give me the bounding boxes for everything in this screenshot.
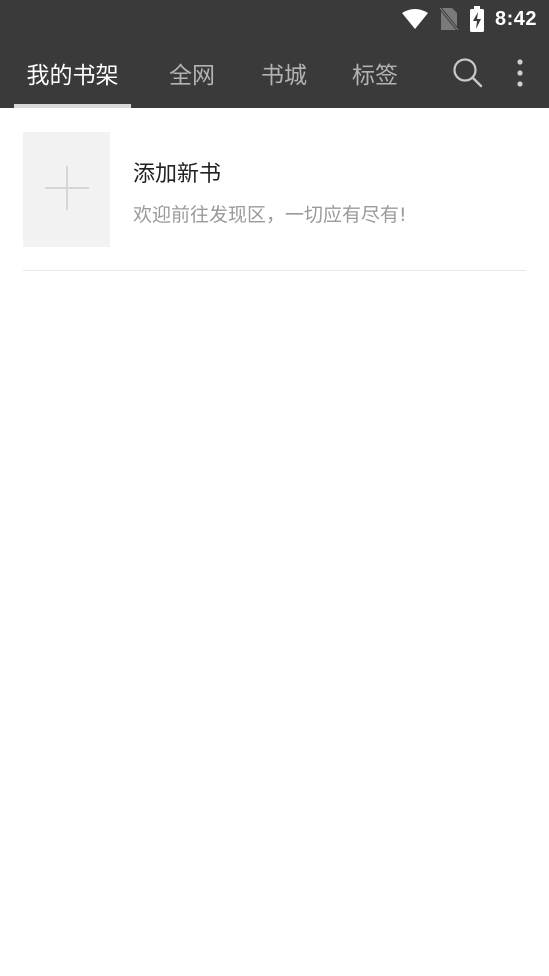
status-icons: 8:42 <box>401 5 537 33</box>
wifi-icon <box>401 8 429 30</box>
no-sim-icon <box>438 7 459 31</box>
add-book-cover <box>23 132 110 247</box>
tab-tags[interactable]: 标签 <box>336 38 414 108</box>
status-time: 8:42 <box>494 7 537 30</box>
more-vertical-icon[interactable] <box>504 38 536 108</box>
app-screen: 8:42 我的书架 全网 书城 标签 添加新书 欢迎前往发现区，一切应有尽有! <box>0 0 549 976</box>
plus-icon <box>43 164 91 216</box>
search-icon[interactable] <box>446 38 490 108</box>
status-bar: 8:42 <box>0 0 549 38</box>
tab-all-web[interactable]: 全网 <box>153 38 231 108</box>
tab-my-bookshelf[interactable]: 我的书架 <box>14 38 131 108</box>
toolbar: 我的书架 全网 书城 标签 <box>0 38 549 108</box>
add-book-title: 添加新书 <box>133 162 222 187</box>
battery-charging-icon <box>469 6 485 32</box>
tab-bookstore[interactable]: 书城 <box>245 38 323 108</box>
item-divider <box>23 270 526 271</box>
add-book-subtitle: 欢迎前往发现区，一切应有尽有! <box>133 204 407 226</box>
bookshelf-content: 添加新书 欢迎前往发现区，一切应有尽有! <box>0 108 549 976</box>
add-book-item[interactable]: 添加新书 欢迎前往发现区，一切应有尽有! <box>23 132 526 270</box>
